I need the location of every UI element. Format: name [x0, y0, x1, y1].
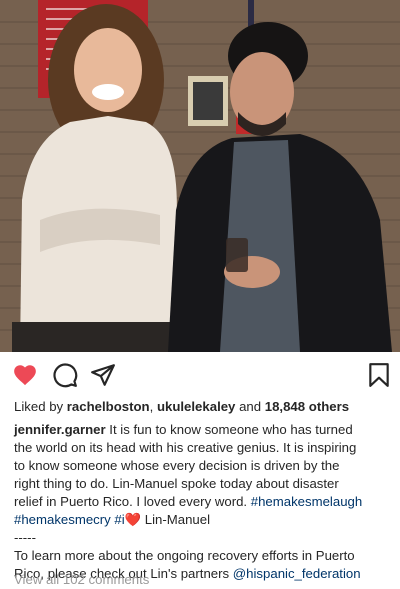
photo-illustration — [0, 0, 400, 352]
likes-others-link[interactable]: 18,848 others — [265, 399, 349, 414]
hashtag-link[interactable]: #i — [114, 512, 124, 527]
caption-divider: ----- — [14, 530, 36, 545]
liker-link-1[interactable]: rachelboston — [67, 399, 150, 414]
bookmark-icon — [369, 363, 389, 387]
hashtag-link[interactable]: #hemakesmecry — [14, 512, 111, 527]
save-button[interactable] — [366, 362, 392, 388]
caption-text-6: Lin-Manuel — [144, 512, 211, 527]
caption-line-5: relief in Puerto Rico. I loved every wor… — [14, 493, 388, 511]
heart-filled-icon — [14, 365, 36, 386]
mention-link[interactable]: @hispanic_federation — [233, 566, 361, 581]
comment-icon — [53, 363, 78, 388]
action-bar — [0, 352, 400, 398]
likes-separator: , — [149, 399, 154, 414]
direct-share-icon — [91, 364, 115, 386]
post-caption: jennifer.garner It is fun to know someon… — [14, 421, 388, 583]
caption-line-3: to know someone whose every decision is … — [14, 458, 340, 473]
caption-line-2: the world on its head with his creative … — [14, 440, 357, 455]
like-button[interactable] — [12, 362, 38, 388]
caption-username[interactable]: jennifer.garner — [14, 422, 106, 437]
caption-line-8: To learn more about the ongoing recovery… — [14, 548, 355, 563]
hashtag-link[interactable]: #hemakesmelaugh — [251, 494, 362, 509]
red-heart-emoji: ❤️ — [124, 512, 142, 527]
share-button[interactable] — [90, 362, 116, 388]
likes-middle: and — [239, 399, 262, 414]
liker-link-2[interactable]: ukulelekaley — [157, 399, 235, 414]
caption-line-4: right thing to do. Lin-Manuel spoke toda… — [14, 476, 339, 491]
post-photo[interactable] — [0, 0, 400, 352]
likes-summary: Liked by rachelboston, ukulelekaley and … — [14, 398, 386, 416]
likes-prefix: Liked by — [14, 399, 64, 414]
comment-button[interactable] — [52, 362, 78, 388]
caption-text-5: relief in Puerto Rico. I loved every wor… — [14, 494, 248, 509]
caption-line-6: #hemakesmecry #i❤️ Lin-Manuel — [14, 511, 388, 529]
view-all-comments-link[interactable]: View all 102 comments — [14, 571, 149, 589]
caption-text-1: It is fun to know someone who has turned — [109, 422, 353, 437]
caption-line-1: jennifer.garner It is fun to know someon… — [14, 421, 388, 439]
